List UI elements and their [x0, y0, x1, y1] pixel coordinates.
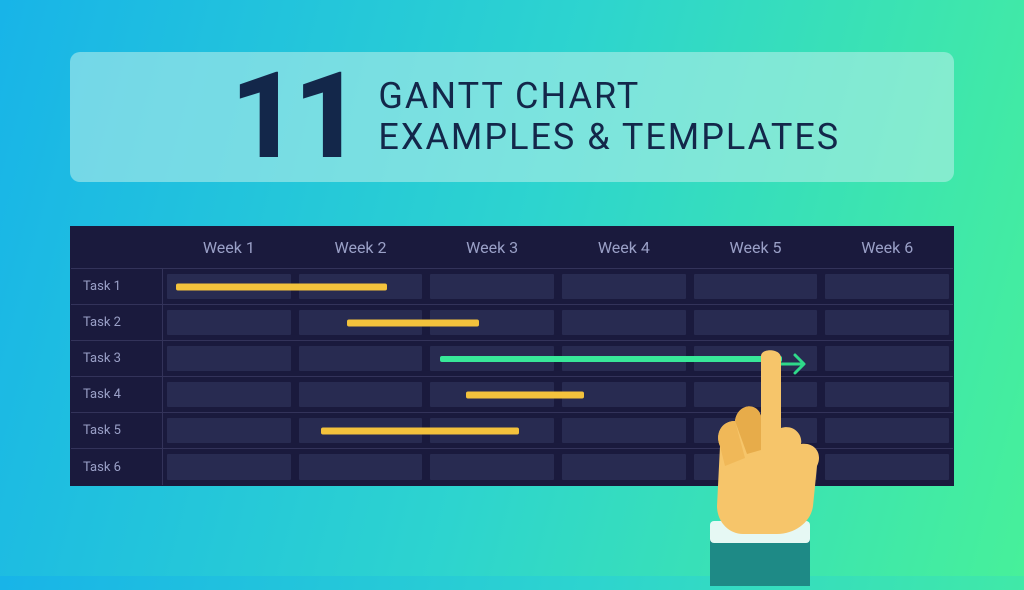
gantt-cell — [299, 454, 423, 480]
task-label: Task 2 — [71, 305, 163, 340]
task-cells — [163, 413, 953, 448]
task-cells — [163, 449, 953, 485]
gantt-cell — [167, 346, 291, 371]
gantt-row: Task 3 — [71, 341, 953, 377]
task-cells — [163, 377, 953, 412]
gantt-row: Task 2 — [71, 305, 953, 341]
gantt-cell — [825, 454, 949, 480]
gantt-cell — [430, 454, 554, 480]
gantt-cell — [167, 454, 291, 480]
gantt-cell — [562, 274, 686, 299]
gantt-cell — [694, 454, 818, 480]
col-header: Week 5 — [690, 227, 822, 268]
gantt-row: Task 6 — [71, 449, 953, 485]
gantt-bar — [176, 283, 387, 290]
gantt-cell — [694, 274, 818, 299]
gantt-bar — [347, 319, 479, 326]
gantt-cell — [167, 382, 291, 407]
gantt-cell — [430, 274, 554, 299]
gantt-cell — [694, 418, 818, 443]
title-card: 11 GANTT CHART EXAMPLES & TEMPLATES — [70, 52, 954, 182]
col-header: Week 2 — [295, 227, 427, 268]
gantt-corner — [71, 227, 163, 268]
title-text: GANTT CHART EXAMPLES & TEMPLATES — [378, 76, 840, 159]
gantt-cell — [825, 274, 949, 299]
task-cells — [163, 269, 953, 304]
gantt-cell — [694, 310, 818, 335]
gantt-bar — [321, 427, 519, 434]
col-header: Week 4 — [558, 227, 690, 268]
col-header: Week 3 — [426, 227, 558, 268]
gantt-cell — [825, 346, 949, 371]
col-header: Week 1 — [163, 227, 295, 268]
gantt-cell — [299, 346, 423, 371]
gantt-cell — [825, 418, 949, 443]
task-cells — [163, 341, 953, 376]
gantt-cell — [694, 382, 818, 407]
gantt-bar — [440, 356, 782, 362]
task-label: Task 5 — [71, 413, 163, 448]
gantt-row: Task 4 — [71, 377, 953, 413]
gantt-row: Task 5 — [71, 413, 953, 449]
task-cells — [163, 305, 953, 340]
task-label: Task 3 — [71, 341, 163, 376]
gantt-cell — [562, 454, 686, 480]
gantt-cell — [825, 310, 949, 335]
title-number: 11 — [230, 57, 356, 177]
gantt-cell — [167, 310, 291, 335]
gantt-header-row: Week 1 Week 2 Week 3 Week 4 Week 5 Week … — [71, 227, 953, 269]
gantt-cell — [825, 382, 949, 407]
gantt-cell — [167, 418, 291, 443]
gantt-cell — [562, 310, 686, 335]
task-label: Task 6 — [71, 449, 163, 485]
gantt-cell — [299, 382, 423, 407]
gantt-body: Task 1Task 2Task 3Task 4Task 5Task 6 — [71, 269, 953, 485]
title-line-2: EXAMPLES & TEMPLATES — [378, 117, 840, 158]
task-label: Task 1 — [71, 269, 163, 304]
title-line-1: GANTT CHART — [378, 76, 840, 117]
gantt-row: Task 1 — [71, 269, 953, 305]
gantt-cell — [562, 418, 686, 443]
gantt-chart: Week 1 Week 2 Week 3 Week 4 Week 5 Week … — [70, 226, 954, 486]
task-label: Task 4 — [71, 377, 163, 412]
gantt-bar — [466, 391, 585, 398]
col-header: Week 6 — [821, 227, 953, 268]
